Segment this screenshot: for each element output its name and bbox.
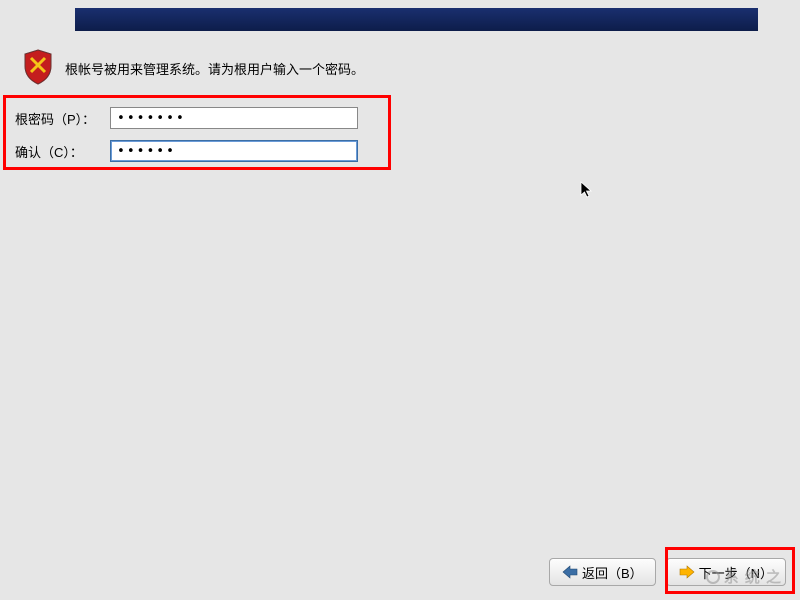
confirm-password-row: 确认（C）： xyxy=(15,140,358,162)
shield-icon xyxy=(22,48,54,86)
watermark: 系 统 之 xyxy=(706,566,782,587)
header-banner xyxy=(75,8,758,31)
arrow-left-icon xyxy=(562,565,578,579)
watermark-logo-icon xyxy=(706,570,720,584)
root-password-label: 根密码（P）： xyxy=(15,109,110,128)
mouse-cursor-icon xyxy=(580,181,594,204)
confirm-password-input[interactable] xyxy=(110,140,358,162)
back-button-label: 返回（B） xyxy=(582,563,643,582)
watermark-text: 系 统 之 xyxy=(724,569,782,586)
confirm-password-label: 确认（C）： xyxy=(15,142,110,161)
root-password-input[interactable] xyxy=(110,107,358,129)
arrow-right-icon xyxy=(679,565,695,579)
root-password-row: 根密码（P）： xyxy=(15,107,358,129)
instruction-text: 根帐号被用来管理系统。请为根用户输入一个密码。 xyxy=(65,59,364,78)
back-button[interactable]: 返回（B） xyxy=(549,558,656,586)
